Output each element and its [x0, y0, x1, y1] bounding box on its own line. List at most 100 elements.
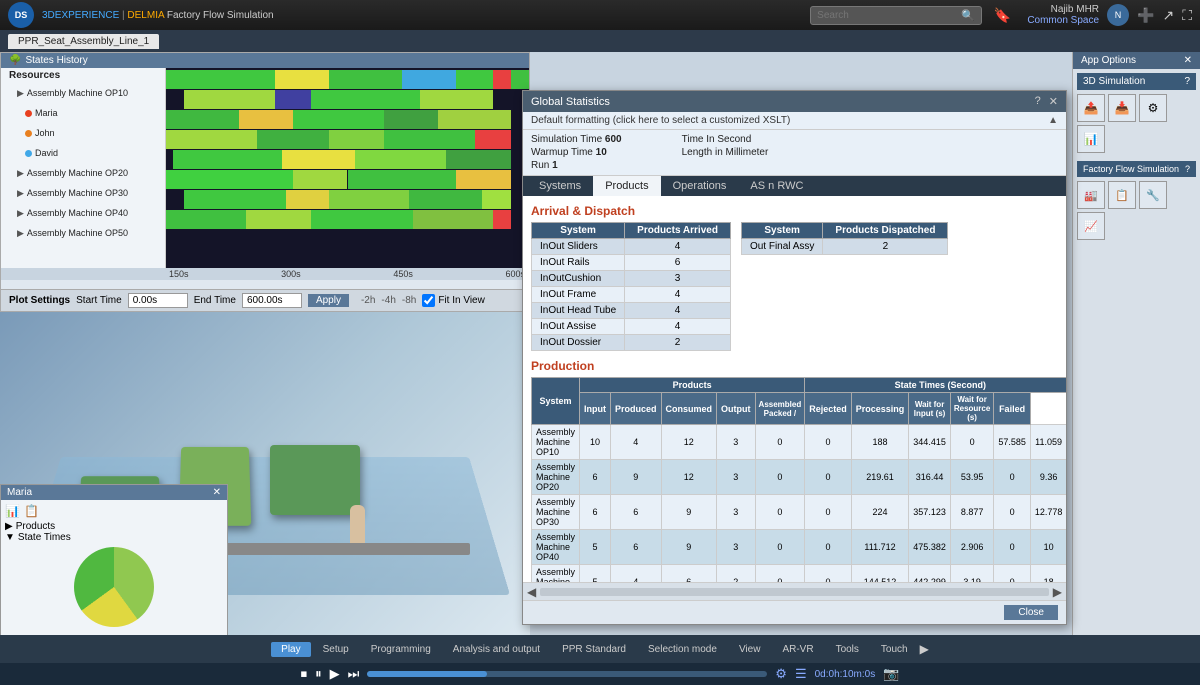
sim-button-1[interactable]: 📤	[1077, 94, 1105, 122]
sim-button-4[interactable]: 📊	[1077, 125, 1105, 153]
tab-ppr[interactable]: PPR Standard	[552, 642, 636, 657]
tab-selection[interactable]: Selection mode	[638, 642, 727, 657]
fit-minus2h[interactable]: -2h	[361, 295, 375, 306]
tab-play[interactable]: Play	[271, 642, 310, 657]
expand-icon[interactable]: ⛶	[1182, 7, 1192, 24]
play-icon[interactable]: ▶	[330, 666, 340, 682]
bookmark-icon[interactable]: 🔖	[994, 7, 1011, 24]
sim-button-3[interactable]: ⚙	[1139, 94, 1167, 122]
resource-item[interactable]: ▶ Assembly Machine OP20	[1, 163, 165, 183]
tab-setup[interactable]: Setup	[313, 642, 359, 657]
fit-minus8h[interactable]: -8h	[402, 295, 416, 306]
table-cell: 3	[717, 495, 756, 530]
table-cell: 3	[717, 425, 756, 460]
table-cell: 224	[851, 495, 909, 530]
tab-operations[interactable]: Operations	[661, 176, 739, 196]
table-cell: 6	[580, 495, 611, 530]
arrived-table: System Products Arrived InOut Sliders4 I…	[531, 222, 731, 351]
more-tabs-icon[interactable]: ▶	[920, 642, 929, 656]
table-cell: 3	[717, 460, 756, 495]
file-tab[interactable]: PPR_Seat_Assembly_Line_1	[8, 34, 159, 49]
tab-analysis[interactable]: Analysis and output	[443, 642, 550, 657]
app-name: 3DEXPERIENCE | DELMIA Factory Flow Simul…	[42, 10, 274, 21]
table-cell: 0	[994, 495, 1031, 530]
end-time-input[interactable]	[242, 293, 302, 308]
close-button[interactable]: Close	[1004, 605, 1058, 620]
table-cell: 3.19	[950, 565, 993, 583]
sim-button-2[interactable]: 📥	[1108, 94, 1136, 122]
table-cell: 4	[625, 319, 731, 335]
resource-item[interactable]: ▶ Assembly Machine OP40	[1, 203, 165, 223]
tab-tools[interactable]: Tools	[826, 642, 869, 657]
progress-bar[interactable]	[367, 671, 767, 677]
table-cell: 2	[625, 335, 731, 351]
scroll-right-icon[interactable]: ▶	[1053, 585, 1062, 599]
close-dialog-icon[interactable]: ✕	[1049, 95, 1058, 108]
search-icon: 🔍	[961, 9, 975, 22]
tab-programming[interactable]: Programming	[361, 642, 441, 657]
chart-panel: Maria ✕ 📊 📋 ▶ Products ▼ State Times	[0, 484, 228, 635]
scroll-left-icon[interactable]: ◀	[527, 585, 536, 599]
help-icon[interactable]: ?	[1035, 95, 1041, 108]
table-cell: 2	[823, 239, 948, 255]
processing-header: Processing	[851, 393, 909, 425]
resource-item[interactable]: David	[1, 143, 165, 163]
list-icon[interactable]: ☰	[795, 666, 807, 682]
help-icon2[interactable]: ?	[1185, 164, 1190, 174]
plot-settings-label: Plot Settings	[9, 295, 70, 306]
tab-products[interactable]: Products	[593, 176, 660, 196]
flow-button-3[interactable]: 🔧	[1139, 181, 1167, 209]
pause-icon[interactable]: ⏸	[315, 666, 322, 682]
table-cell: 0	[755, 530, 805, 565]
fit-minus4h[interactable]: -4h	[381, 295, 395, 306]
add-icon[interactable]: ➕	[1137, 7, 1154, 24]
resource-item[interactable]: Maria	[1, 103, 165, 123]
resources-header: Resources	[1, 68, 165, 83]
apply-button[interactable]: Apply	[308, 294, 349, 307]
table-cell: Assembly Machine OP50	[532, 565, 580, 583]
dot-icon	[25, 150, 32, 157]
tab-as-n-rwc[interactable]: AS n RWC	[738, 176, 815, 196]
settings-icon[interactable]: ⚙	[775, 666, 787, 682]
step-icon[interactable]: ⏭	[348, 666, 360, 682]
start-time-input[interactable]	[128, 293, 188, 308]
table-cell: 0	[805, 425, 852, 460]
start-time-label: Start Time	[76, 295, 122, 306]
tab-arvr[interactable]: AR-VR	[772, 642, 823, 657]
tab-view[interactable]: View	[729, 642, 771, 657]
table-cell: 9	[661, 495, 717, 530]
table-cell: 12	[661, 460, 717, 495]
chart-close-icon[interactable]: ✕	[213, 487, 221, 498]
products-section[interactable]: ▶ Products	[5, 521, 223, 532]
tab-touch[interactable]: Touch	[871, 642, 918, 657]
table-cell: 9	[611, 460, 662, 495]
resource-item[interactable]: ▶ Assembly Machine OP30	[1, 183, 165, 203]
table-cell: 0	[950, 425, 993, 460]
topbar: DS 3DEXPERIENCE | DELMIA Factory Flow Si…	[0, 0, 1200, 30]
camera-icon[interactable]: 📷	[883, 666, 899, 682]
table-cell: 188	[851, 425, 909, 460]
dialog-toolbar[interactable]: Default formatting (click here to select…	[523, 112, 1066, 130]
search-input[interactable]	[817, 10, 957, 21]
flow-button-2[interactable]: 📋	[1108, 181, 1136, 209]
share-icon[interactable]: ↗	[1162, 7, 1174, 24]
tabbar: PPR_Seat_Assembly_Line_1	[0, 30, 1200, 52]
left-panel: 🌳 States History Resources ▶ Assembly Ma…	[0, 52, 530, 635]
resource-list: Resources ▶ Assembly Machine OP10 Maria …	[1, 68, 166, 268]
resource-item[interactable]: ▶ Assembly Machine OP10	[1, 83, 165, 103]
flow-button-1[interactable]: 🏭	[1077, 181, 1105, 209]
chart-icon2: 📋	[24, 504, 39, 518]
resource-item[interactable]: ▶ Assembly Machine OP50	[1, 223, 165, 243]
search-bar[interactable]: 🔍	[810, 6, 982, 25]
flow-button-4[interactable]: 📈	[1077, 212, 1105, 240]
fit-in-view-checkbox[interactable]	[422, 294, 435, 307]
close-right-panel-icon[interactable]: ✕	[1184, 55, 1192, 66]
tab-systems[interactable]: Systems	[527, 176, 593, 196]
3d-view: Maria ✕ 📊 📋 ▶ Products ▼ State Times	[0, 312, 530, 635]
table-cell: 0	[805, 565, 852, 583]
stop-icon[interactable]: ⏹	[301, 666, 308, 682]
dot-icon	[25, 130, 32, 137]
resource-item[interactable]: John	[1, 123, 165, 143]
help-icon[interactable]: ?	[1184, 76, 1190, 87]
state-times-section[interactable]: ▼ State Times	[5, 532, 223, 543]
